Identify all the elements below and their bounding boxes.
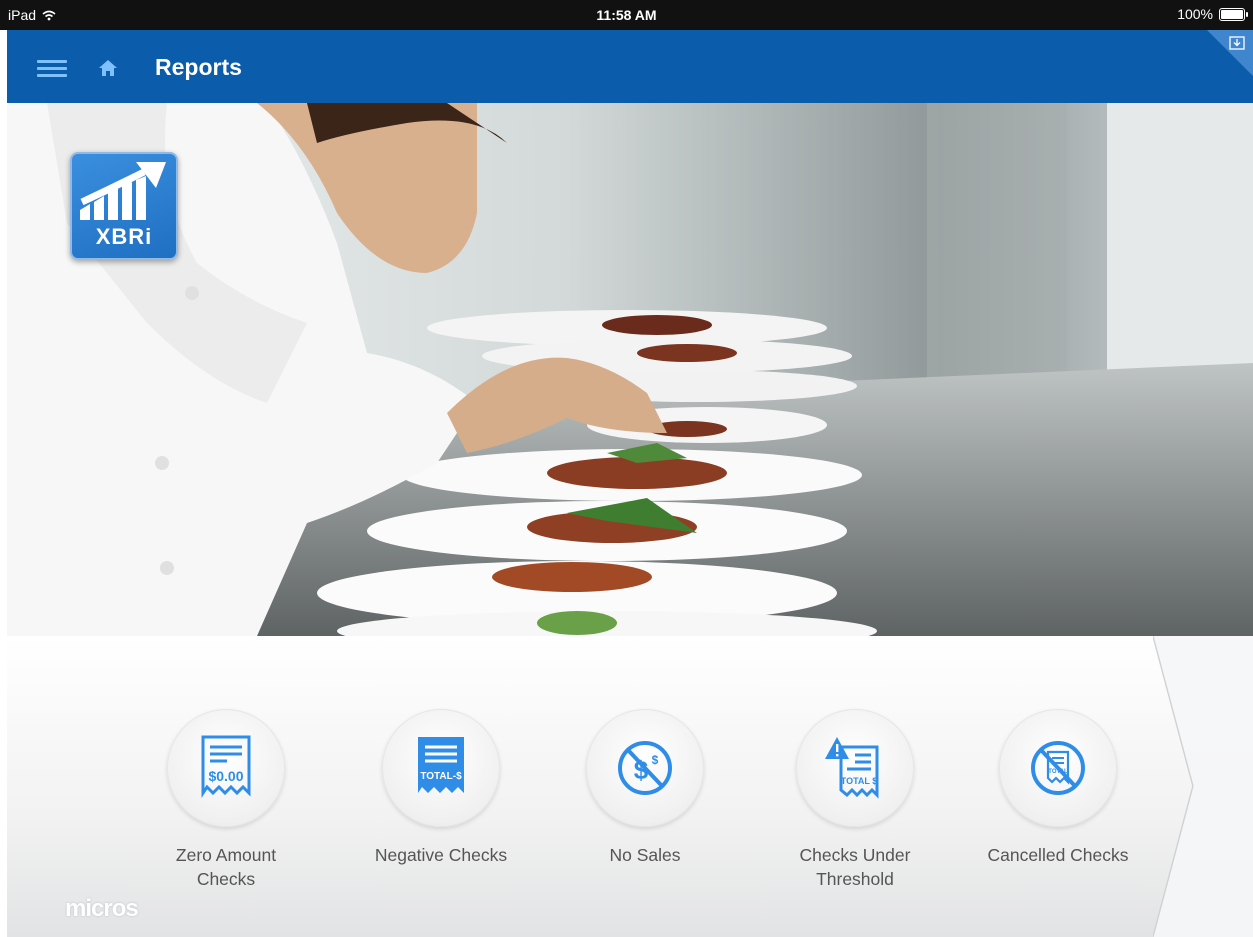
chart-trend-icon <box>80 162 166 220</box>
no-sales-icon: $ $ <box>618 741 672 795</box>
battery-icon <box>1219 7 1248 21</box>
report-zero-amount-checks[interactable]: $0.00 Zero Amount Checks <box>136 709 316 891</box>
svg-text:$0.00: $0.00 <box>208 768 243 784</box>
reports-panel: $0.00 Zero Amount Checks TOTAL-$ Negativ… <box>7 636 1253 937</box>
svg-text:$: $ <box>652 753 659 767</box>
report-label: No Sales <box>555 843 735 867</box>
cancelled-receipt-icon: TOTAL <box>1031 741 1085 795</box>
negative-receipt-icon: TOTAL-$ <box>418 737 464 793</box>
report-icon-circle: $ $ <box>586 709 704 827</box>
label-line1: Zero Amount <box>175 845 277 865</box>
download-icon[interactable] <box>1229 36 1245 50</box>
report-icon-circle: TOTAL $ <box>796 709 914 827</box>
label-line1: Negative Checks <box>374 845 508 865</box>
svg-text:TOTAL-$: TOTAL-$ <box>420 771 462 782</box>
svg-text:$: $ <box>634 755 649 785</box>
page-title: Reports <box>155 54 242 80</box>
report-label: Cancelled Checks <box>968 843 1148 867</box>
label-line1: No Sales <box>609 845 681 865</box>
report-icon-circle: TOTAL-$ <box>382 709 500 827</box>
label-line2: Checks <box>196 869 256 889</box>
micros-brand-logo: micros <box>65 895 139 922</box>
hamburger-menu-icon[interactable] <box>37 60 67 78</box>
report-no-sales[interactable]: $ $ No Sales <box>555 709 735 867</box>
svg-text:TOTAL $: TOTAL $ <box>841 776 878 786</box>
logo-text: XBRi <box>95 224 153 249</box>
battery-percent: 100% <box>1177 6 1213 22</box>
label-line1: Checks Under <box>799 845 911 865</box>
home-icon[interactable] <box>97 57 119 79</box>
report-icon-circle: $0.00 <box>167 709 285 827</box>
report-negative-checks[interactable]: TOTAL-$ Negative Checks <box>351 709 531 867</box>
status-time: 11:58 AM <box>596 7 657 23</box>
report-label: Checks Under Threshold <box>765 843 945 891</box>
label-line2: Threshold <box>816 869 894 889</box>
report-cancelled-checks[interactable]: TOTAL Cancelled Checks <box>968 709 1148 867</box>
xbri-app-logo: XBRi <box>70 152 178 260</box>
report-icon-circle: TOTAL <box>999 709 1117 827</box>
report-label: Zero Amount Checks <box>136 843 316 891</box>
status-right: 100% <box>1177 6 1248 22</box>
chef-plating-photo <box>7 103 1253 636</box>
zero-amount-receipt-icon: $0.00 <box>201 735 251 798</box>
next-arrow[interactable] <box>1153 636 1253 937</box>
label-line1: Cancelled Checks <box>987 845 1129 865</box>
status-bar: iPad 11:58 AM 100% <box>0 0 1253 30</box>
report-checks-under-threshold[interactable]: TOTAL $ Checks Under Threshold <box>765 709 945 891</box>
report-label: Negative Checks <box>351 843 531 867</box>
hero-image: XBRi <box>7 103 1253 636</box>
threshold-warning-icon: TOTAL $ <box>825 737 879 799</box>
app-header: Reports <box>7 30 1253 103</box>
